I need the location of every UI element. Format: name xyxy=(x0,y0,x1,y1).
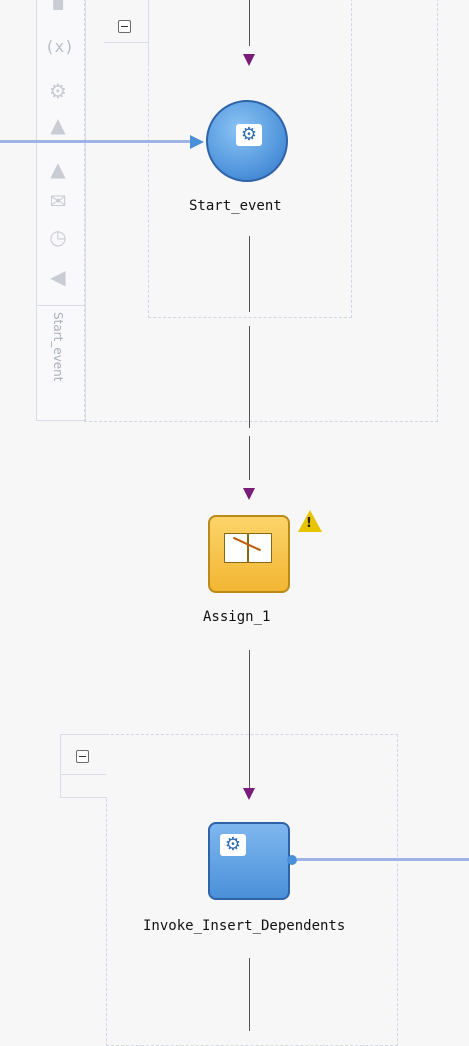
warning-mark: ! xyxy=(306,516,312,531)
incoming-link-arrow xyxy=(190,135,204,149)
activity-palette: ▪ (x) ⚙ ▲ ▲ ✉ ◷ ◀ Start_event xyxy=(36,0,86,421)
scope-name-label: Start_event xyxy=(51,312,65,382)
connector-top xyxy=(249,0,250,46)
start-event-node[interactable]: ⚙ xyxy=(206,100,288,182)
connector-mid xyxy=(249,326,250,428)
invoke-scope-header-cell xyxy=(60,734,107,798)
arrow-head-assign xyxy=(243,488,255,500)
outgoing-link xyxy=(297,858,469,861)
invoke-scope-header-divider xyxy=(60,774,106,775)
invoke-node[interactable]: ⚙ xyxy=(208,822,290,900)
assign-node[interactable] xyxy=(208,515,290,593)
scope-header-divider xyxy=(104,42,148,43)
arrow-head-invoke xyxy=(243,788,255,800)
connector-to-assign xyxy=(249,436,250,480)
invoke-port[interactable] xyxy=(287,855,297,865)
arrow-head-start xyxy=(243,54,255,66)
start-event-label: Start_event xyxy=(189,198,282,214)
envelope-add-icon[interactable]: ✉ xyxy=(45,188,71,214)
gear-icon: ⚙ xyxy=(220,834,246,856)
connector-start-down xyxy=(249,236,250,312)
back-add-icon[interactable]: ◀ xyxy=(45,264,71,290)
add-activity-icon[interactable]: ▲ xyxy=(45,112,71,138)
gear-icon[interactable]: ⚙ xyxy=(45,78,71,104)
gear-icon: ⚙ xyxy=(236,124,262,146)
collapse-scope-button[interactable] xyxy=(118,20,131,33)
assign-label: Assign_1 xyxy=(203,609,271,625)
add-activity-2-icon[interactable]: ▲ xyxy=(45,156,71,182)
collapse-invoke-scope-button[interactable] xyxy=(76,750,89,763)
palette-divider xyxy=(37,305,85,306)
connector-to-invoke xyxy=(249,650,250,790)
invoke-label: Invoke_Insert_Dependents xyxy=(143,918,346,934)
connector-bottom xyxy=(249,958,250,1031)
incoming-link xyxy=(0,140,190,143)
timer-add-icon[interactable]: ◷ xyxy=(45,224,71,250)
variables-icon[interactable]: (x) xyxy=(45,34,74,60)
palette-top-icon[interactable]: ▪ xyxy=(45,0,71,16)
